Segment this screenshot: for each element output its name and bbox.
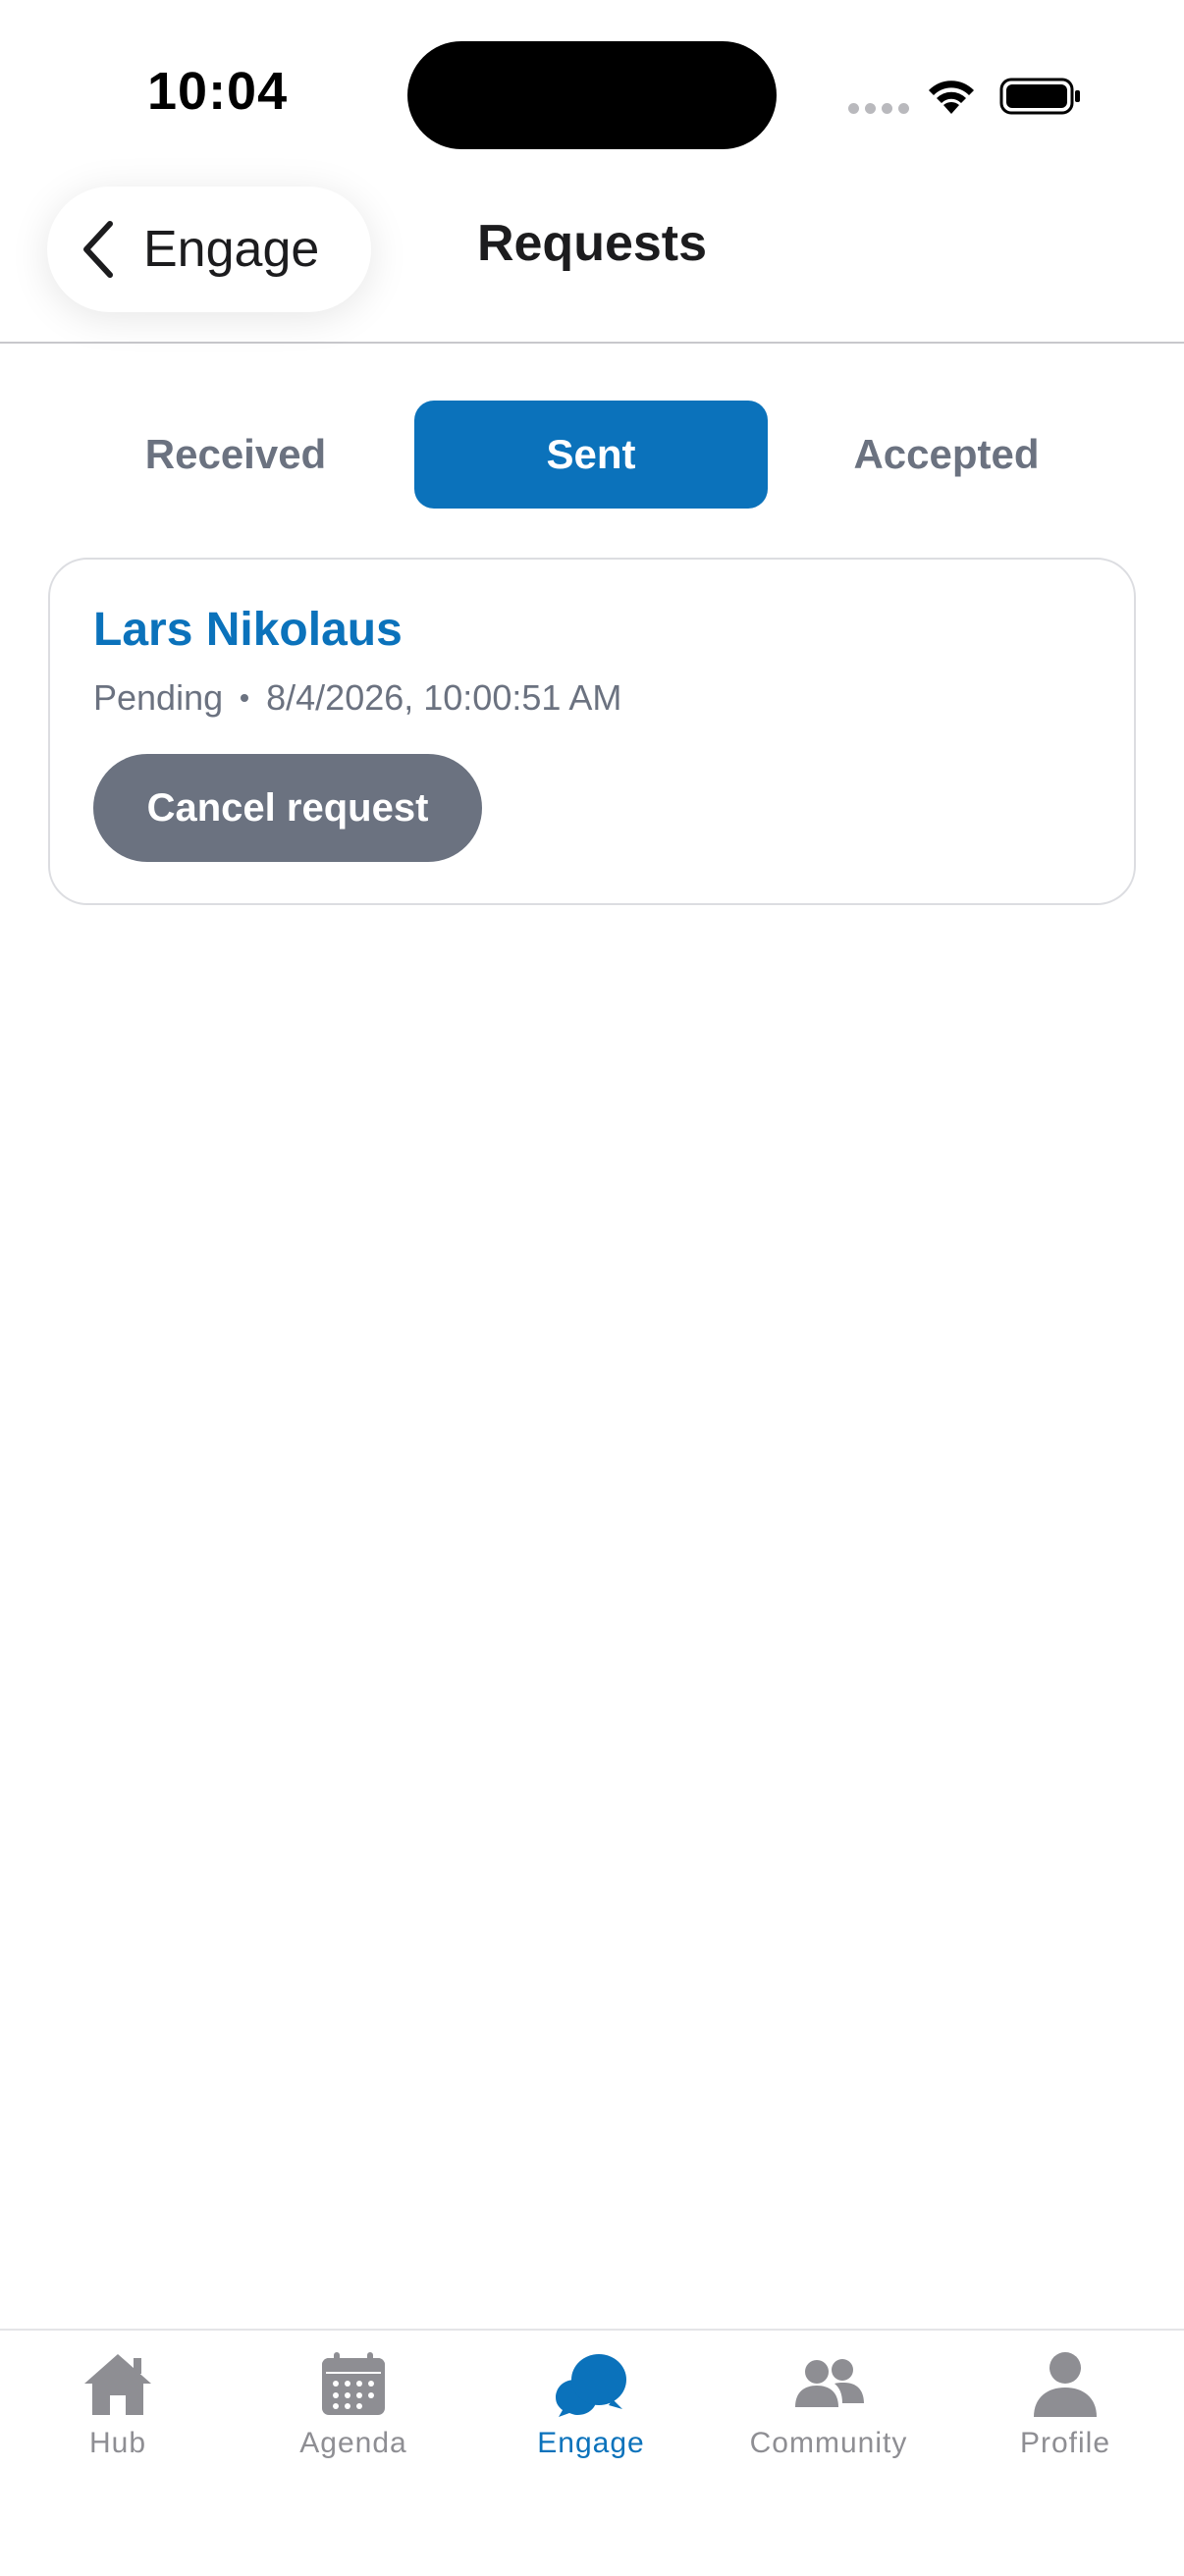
- tab-bar-label: Agenda: [299, 2427, 407, 2459]
- cancel-request-button[interactable]: Cancel request: [93, 754, 482, 862]
- tab-bar-label: Engage: [537, 2427, 645, 2459]
- status-time: 10:04: [147, 62, 289, 121]
- tab-bar-item-engage[interactable]: Engage: [483, 2350, 699, 2488]
- status-bar: 10:04: [0, 0, 1184, 187]
- tab-bar-item-hub[interactable]: Hub: [10, 2350, 226, 2488]
- request-status: Pending: [93, 677, 224, 718]
- battery-icon: [999, 78, 1080, 115]
- wifi-icon: [929, 80, 974, 114]
- chat-bubbles-icon: [556, 2354, 626, 2417]
- request-tabs: Received Sent Accepted: [59, 401, 1125, 509]
- nav-header: Engage Requests: [0, 187, 1184, 344]
- person-icon: [1034, 2352, 1097, 2417]
- page-title: Requests: [476, 215, 708, 272]
- request-meta: Pending 8/4/2026, 10:00:51 AM: [93, 677, 621, 719]
- people-icon: [795, 2359, 864, 2407]
- tab-received[interactable]: Received: [59, 401, 412, 509]
- tab-bar-item-agenda[interactable]: Agenda: [245, 2350, 461, 2488]
- requester-name[interactable]: Lars Nikolaus: [93, 603, 403, 657]
- tab-bar-label: Community: [749, 2427, 908, 2459]
- tab-bar-label: Hub: [88, 2427, 147, 2459]
- tab-bar-item-profile[interactable]: Profile: [957, 2350, 1173, 2488]
- tab-sent[interactable]: Sent: [414, 401, 768, 509]
- tab-bar-label: Profile: [1019, 2427, 1111, 2459]
- request-card: Lars Nikolaus Pending 8/4/2026, 10:00:51…: [48, 558, 1136, 905]
- home-icon: [84, 2354, 151, 2415]
- separator-dot: [241, 694, 249, 702]
- tab-accepted[interactable]: Accepted: [770, 401, 1123, 509]
- tab-bar-item-community[interactable]: Community: [721, 2350, 937, 2488]
- bottom-tab-bar: Hub Agenda Engage Community Profile: [0, 2329, 1184, 2576]
- dynamic-island: [407, 41, 777, 149]
- cellular-signal-icon: [848, 103, 909, 114]
- request-timestamp: 8/4/2026, 10:00:51 AM: [266, 677, 622, 718]
- calendar-icon: [322, 2352, 385, 2415]
